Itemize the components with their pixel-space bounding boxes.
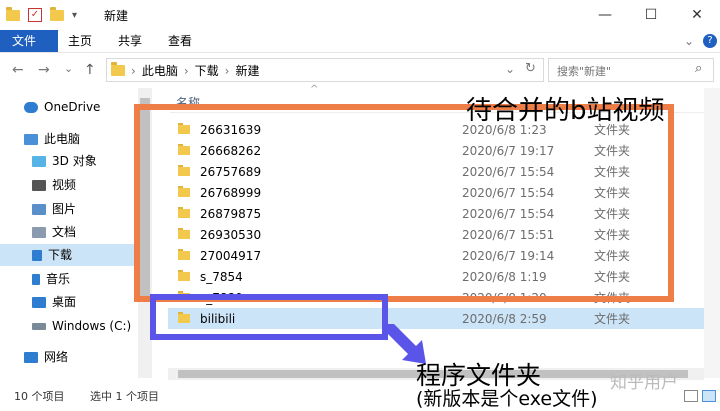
up-button[interactable]: ↑ (84, 62, 96, 78)
window-title: 新建 (104, 9, 129, 23)
nav-item-3d-objects[interactable]: 3D 对象 (0, 150, 152, 172)
nav-item-network[interactable]: 网络 (0, 346, 152, 368)
help-icon[interactable]: ? (703, 34, 717, 48)
recent-locations-icon[interactable]: ⌄ (64, 62, 73, 75)
folder-icon (111, 62, 125, 76)
folder-icon[interactable] (6, 6, 20, 21)
file-type: 文件夹 (594, 312, 631, 326)
nav-item-label: 视频 (52, 178, 77, 192)
qat-dropdown-icon[interactable]: ▾ (72, 10, 77, 21)
nav-item-label: Windows (C:) (52, 319, 132, 333)
crumb-sep: › (183, 63, 189, 78)
nav-item-windows-c[interactable]: Windows (C:) (0, 315, 152, 337)
nav-item-label: 桌面 (52, 295, 77, 309)
documents-icon (32, 226, 46, 238)
tab-file[interactable]: 文件 (0, 30, 58, 52)
forward-button[interactable]: → (38, 62, 50, 78)
minimize-button[interactable]: — (582, 0, 628, 30)
tab-share[interactable]: 共享 (106, 30, 154, 52)
download-icon (32, 249, 42, 261)
nav-item-label: OneDrive (44, 100, 101, 114)
new-folder-icon[interactable] (50, 6, 64, 21)
annotation-orange-box (134, 104, 674, 302)
nav-item-pictures[interactable]: 图片 (0, 198, 152, 220)
nav-item-music[interactable]: 音乐 (0, 268, 152, 290)
quick-access-toolbar: ✓ ▾ (6, 6, 77, 22)
breadcrumb: › 此电脑 › 下载 › 新建 (111, 62, 259, 79)
annotation-title: 待合并的b站视频 (466, 96, 665, 126)
computer-icon (24, 133, 38, 145)
nav-item-downloads[interactable]: 下载 (0, 244, 138, 266)
desktop-icon (32, 296, 46, 308)
annotation-blue-box (150, 294, 388, 340)
back-button[interactable]: ← (12, 62, 24, 78)
refresh-icon[interactable]: ↻ (525, 61, 536, 76)
nav-item-label: 下载 (48, 248, 73, 262)
nav-item-label: 此电脑 (44, 132, 81, 146)
drive-icon (32, 322, 46, 330)
nav-item-desktop[interactable]: 桌面 (0, 291, 152, 313)
nav-item-documents[interactable]: 文档 (0, 221, 152, 243)
crumb-this-pc[interactable]: 此电脑 (142, 62, 178, 79)
watermark: 知乎用户 (610, 373, 678, 393)
address-dropdown-icon[interactable]: ⌄ (505, 62, 515, 76)
nav-item-this-pc[interactable]: 此电脑 (0, 128, 152, 150)
nav-item-label: 文档 (52, 225, 77, 239)
nav-item-label: 图片 (52, 202, 77, 216)
search-box[interactable]: ⌕ (548, 58, 714, 82)
music-icon (32, 273, 40, 285)
large-icons-view-icon[interactable] (702, 390, 716, 402)
properties-check-icon[interactable]: ✓ (28, 8, 42, 22)
tab-view[interactable]: 查看 (156, 30, 204, 52)
video-icon (32, 179, 46, 191)
cube-icon (32, 155, 46, 167)
file-date: 2020/6/8 2:59 (462, 311, 547, 326)
close-button[interactable]: ✕ (674, 0, 720, 30)
item-count: 10 个项目 (14, 390, 65, 403)
details-view-icon[interactable] (684, 390, 698, 402)
network-icon (24, 351, 38, 363)
tab-home[interactable]: 主页 (56, 30, 104, 52)
nav-item-videos[interactable]: 视频 (0, 174, 152, 196)
crumb-sep: › (131, 63, 136, 78)
ribbon-expand-icon[interactable]: ⌄ (684, 34, 694, 48)
crumb-new[interactable]: 新建 (235, 62, 259, 79)
cloud-icon (24, 101, 38, 113)
search-input[interactable] (555, 61, 689, 81)
address-bar[interactable]: › 此电脑 › 下载 › 新建 ⌄ ↻ (106, 58, 544, 82)
search-icon[interactable]: ⌕ (695, 61, 702, 76)
nav-item-onedrive[interactable]: OneDrive (0, 96, 152, 118)
nav-item-label: 3D 对象 (52, 154, 97, 168)
navigation-pane: OneDrive 此电脑 3D 对象 视频 图片 文档 下载 音乐 桌面 Win… (0, 88, 152, 378)
sort-arrow-icon: ^ (310, 84, 319, 95)
maximize-button[interactable]: ☐ (628, 0, 674, 30)
crumb-downloads[interactable]: 下载 (195, 62, 219, 79)
crumb-sep: › (224, 63, 230, 78)
nav-item-label: 网络 (44, 350, 69, 364)
pictures-icon (32, 203, 46, 215)
nav-item-label: 音乐 (46, 272, 71, 286)
selected-count: 选中 1 个项目 (90, 390, 159, 403)
file-list-vertical-scrollbar[interactable] (704, 88, 720, 378)
